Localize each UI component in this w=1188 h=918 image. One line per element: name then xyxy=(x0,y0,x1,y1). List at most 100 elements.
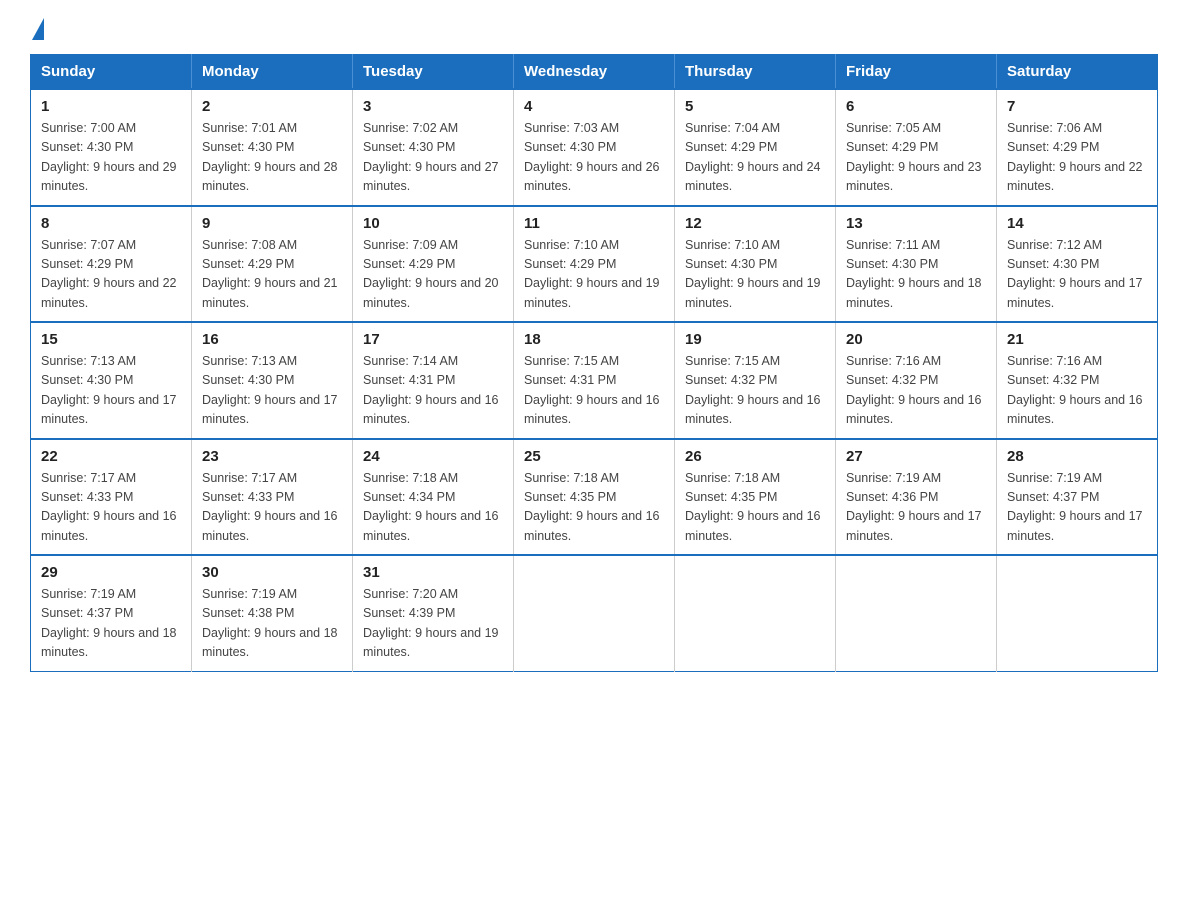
day-info: Sunrise: 7:18 AM Sunset: 4:35 PM Dayligh… xyxy=(685,469,825,547)
table-row: 10 Sunrise: 7:09 AM Sunset: 4:29 PM Dayl… xyxy=(353,206,514,323)
day-number: 6 xyxy=(846,98,986,115)
table-row: 30 Sunrise: 7:19 AM Sunset: 4:38 PM Dayl… xyxy=(192,555,353,671)
day-number: 4 xyxy=(524,98,664,115)
day-number: 29 xyxy=(41,564,181,581)
table-row: 31 Sunrise: 7:20 AM Sunset: 4:39 PM Dayl… xyxy=(353,555,514,671)
calendar-week-5: 29 Sunrise: 7:19 AM Sunset: 4:37 PM Dayl… xyxy=(31,555,1158,671)
day-number: 5 xyxy=(685,98,825,115)
day-info: Sunrise: 7:19 AM Sunset: 4:38 PM Dayligh… xyxy=(202,585,342,663)
header-wednesday: Wednesday xyxy=(514,55,675,90)
table-row: 27 Sunrise: 7:19 AM Sunset: 4:36 PM Dayl… xyxy=(836,439,997,556)
day-info: Sunrise: 7:19 AM Sunset: 4:37 PM Dayligh… xyxy=(1007,469,1147,547)
logo xyxy=(30,20,44,38)
day-info: Sunrise: 7:10 AM Sunset: 4:30 PM Dayligh… xyxy=(685,236,825,314)
table-row: 9 Sunrise: 7:08 AM Sunset: 4:29 PM Dayli… xyxy=(192,206,353,323)
day-number: 7 xyxy=(1007,98,1147,115)
header-sunday: Sunday xyxy=(31,55,192,90)
day-number: 11 xyxy=(524,215,664,232)
table-row: 11 Sunrise: 7:10 AM Sunset: 4:29 PM Dayl… xyxy=(514,206,675,323)
table-row: 8 Sunrise: 7:07 AM Sunset: 4:29 PM Dayli… xyxy=(31,206,192,323)
day-info: Sunrise: 7:02 AM Sunset: 4:30 PM Dayligh… xyxy=(363,119,503,197)
day-number: 9 xyxy=(202,215,342,232)
table-row: 18 Sunrise: 7:15 AM Sunset: 4:31 PM Dayl… xyxy=(514,322,675,439)
day-number: 21 xyxy=(1007,331,1147,348)
table-row xyxy=(675,555,836,671)
table-row: 7 Sunrise: 7:06 AM Sunset: 4:29 PM Dayli… xyxy=(997,89,1158,206)
day-number: 10 xyxy=(363,215,503,232)
table-row xyxy=(997,555,1158,671)
day-number: 14 xyxy=(1007,215,1147,232)
day-info: Sunrise: 7:16 AM Sunset: 4:32 PM Dayligh… xyxy=(1007,352,1147,430)
day-number: 16 xyxy=(202,331,342,348)
table-row: 2 Sunrise: 7:01 AM Sunset: 4:30 PM Dayli… xyxy=(192,89,353,206)
day-info: Sunrise: 7:19 AM Sunset: 4:37 PM Dayligh… xyxy=(41,585,181,663)
table-row: 28 Sunrise: 7:19 AM Sunset: 4:37 PM Dayl… xyxy=(997,439,1158,556)
day-info: Sunrise: 7:03 AM Sunset: 4:30 PM Dayligh… xyxy=(524,119,664,197)
calendar-week-4: 22 Sunrise: 7:17 AM Sunset: 4:33 PM Dayl… xyxy=(31,439,1158,556)
calendar-week-1: 1 Sunrise: 7:00 AM Sunset: 4:30 PM Dayli… xyxy=(31,89,1158,206)
day-info: Sunrise: 7:08 AM Sunset: 4:29 PM Dayligh… xyxy=(202,236,342,314)
table-row: 21 Sunrise: 7:16 AM Sunset: 4:32 PM Dayl… xyxy=(997,322,1158,439)
day-number: 24 xyxy=(363,448,503,465)
header-saturday: Saturday xyxy=(997,55,1158,90)
calendar-week-2: 8 Sunrise: 7:07 AM Sunset: 4:29 PM Dayli… xyxy=(31,206,1158,323)
day-number: 28 xyxy=(1007,448,1147,465)
table-row: 19 Sunrise: 7:15 AM Sunset: 4:32 PM Dayl… xyxy=(675,322,836,439)
table-row xyxy=(836,555,997,671)
table-row: 4 Sunrise: 7:03 AM Sunset: 4:30 PM Dayli… xyxy=(514,89,675,206)
day-number: 19 xyxy=(685,331,825,348)
table-row: 3 Sunrise: 7:02 AM Sunset: 4:30 PM Dayli… xyxy=(353,89,514,206)
day-number: 1 xyxy=(41,98,181,115)
day-info: Sunrise: 7:10 AM Sunset: 4:29 PM Dayligh… xyxy=(524,236,664,314)
day-info: Sunrise: 7:19 AM Sunset: 4:36 PM Dayligh… xyxy=(846,469,986,547)
day-info: Sunrise: 7:18 AM Sunset: 4:35 PM Dayligh… xyxy=(524,469,664,547)
day-info: Sunrise: 7:04 AM Sunset: 4:29 PM Dayligh… xyxy=(685,119,825,197)
day-number: 31 xyxy=(363,564,503,581)
calendar-week-3: 15 Sunrise: 7:13 AM Sunset: 4:30 PM Dayl… xyxy=(31,322,1158,439)
day-number: 2 xyxy=(202,98,342,115)
day-number: 17 xyxy=(363,331,503,348)
header-friday: Friday xyxy=(836,55,997,90)
day-number: 3 xyxy=(363,98,503,115)
day-info: Sunrise: 7:01 AM Sunset: 4:30 PM Dayligh… xyxy=(202,119,342,197)
day-info: Sunrise: 7:15 AM Sunset: 4:31 PM Dayligh… xyxy=(524,352,664,430)
day-info: Sunrise: 7:14 AM Sunset: 4:31 PM Dayligh… xyxy=(363,352,503,430)
table-row: 26 Sunrise: 7:18 AM Sunset: 4:35 PM Dayl… xyxy=(675,439,836,556)
table-row: 29 Sunrise: 7:19 AM Sunset: 4:37 PM Dayl… xyxy=(31,555,192,671)
calendar-table: SundayMondayTuesdayWednesdayThursdayFrid… xyxy=(30,54,1158,672)
table-row: 15 Sunrise: 7:13 AM Sunset: 4:30 PM Dayl… xyxy=(31,322,192,439)
calendar-header-row: SundayMondayTuesdayWednesdayThursdayFrid… xyxy=(31,55,1158,90)
day-number: 30 xyxy=(202,564,342,581)
day-info: Sunrise: 7:13 AM Sunset: 4:30 PM Dayligh… xyxy=(41,352,181,430)
day-info: Sunrise: 7:09 AM Sunset: 4:29 PM Dayligh… xyxy=(363,236,503,314)
header-tuesday: Tuesday xyxy=(353,55,514,90)
day-number: 20 xyxy=(846,331,986,348)
day-info: Sunrise: 7:12 AM Sunset: 4:30 PM Dayligh… xyxy=(1007,236,1147,314)
day-number: 18 xyxy=(524,331,664,348)
table-row: 1 Sunrise: 7:00 AM Sunset: 4:30 PM Dayli… xyxy=(31,89,192,206)
day-info: Sunrise: 7:00 AM Sunset: 4:30 PM Dayligh… xyxy=(41,119,181,197)
day-info: Sunrise: 7:07 AM Sunset: 4:29 PM Dayligh… xyxy=(41,236,181,314)
day-number: 23 xyxy=(202,448,342,465)
table-row: 5 Sunrise: 7:04 AM Sunset: 4:29 PM Dayli… xyxy=(675,89,836,206)
logo-triangle-icon xyxy=(32,18,44,40)
day-info: Sunrise: 7:15 AM Sunset: 4:32 PM Dayligh… xyxy=(685,352,825,430)
day-info: Sunrise: 7:16 AM Sunset: 4:32 PM Dayligh… xyxy=(846,352,986,430)
day-info: Sunrise: 7:20 AM Sunset: 4:39 PM Dayligh… xyxy=(363,585,503,663)
day-info: Sunrise: 7:17 AM Sunset: 4:33 PM Dayligh… xyxy=(41,469,181,547)
table-row: 22 Sunrise: 7:17 AM Sunset: 4:33 PM Dayl… xyxy=(31,439,192,556)
table-row: 25 Sunrise: 7:18 AM Sunset: 4:35 PM Dayl… xyxy=(514,439,675,556)
table-row: 12 Sunrise: 7:10 AM Sunset: 4:30 PM Dayl… xyxy=(675,206,836,323)
day-info: Sunrise: 7:06 AM Sunset: 4:29 PM Dayligh… xyxy=(1007,119,1147,197)
day-info: Sunrise: 7:18 AM Sunset: 4:34 PM Dayligh… xyxy=(363,469,503,547)
header-monday: Monday xyxy=(192,55,353,90)
table-row: 16 Sunrise: 7:13 AM Sunset: 4:30 PM Dayl… xyxy=(192,322,353,439)
table-row xyxy=(514,555,675,671)
table-row: 6 Sunrise: 7:05 AM Sunset: 4:29 PM Dayli… xyxy=(836,89,997,206)
day-number: 8 xyxy=(41,215,181,232)
header-thursday: Thursday xyxy=(675,55,836,90)
day-number: 26 xyxy=(685,448,825,465)
day-info: Sunrise: 7:13 AM Sunset: 4:30 PM Dayligh… xyxy=(202,352,342,430)
day-number: 27 xyxy=(846,448,986,465)
page-header xyxy=(30,20,1158,38)
